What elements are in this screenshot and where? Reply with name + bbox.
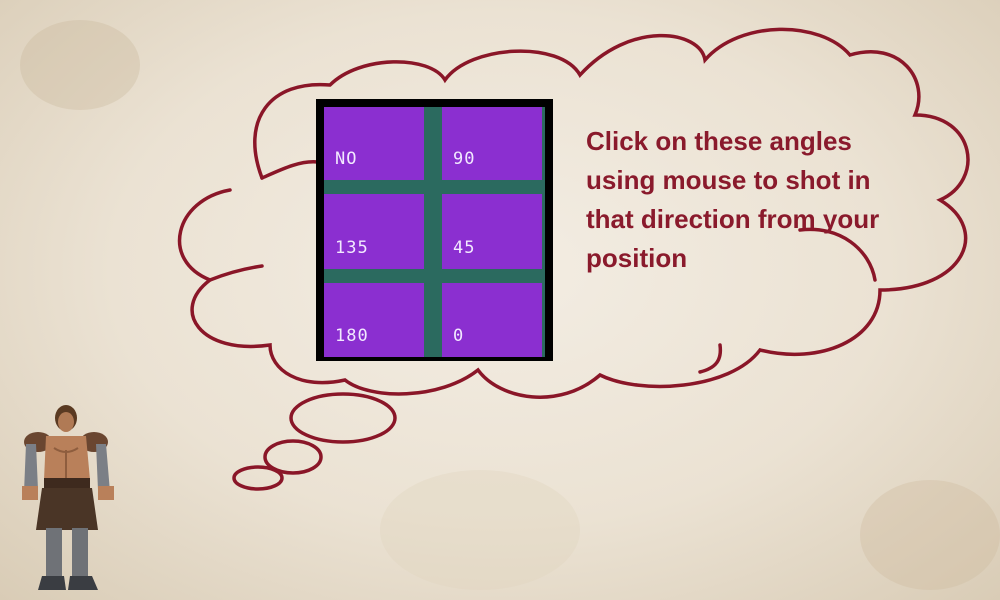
angle-button-135[interactable]: 135 (324, 194, 424, 269)
instruction-line: using mouse to shot in (586, 165, 871, 195)
instruction-line: Click on these angles (586, 126, 852, 156)
game-stage: NO 90 135 45 180 0 Click on these angles… (0, 0, 1000, 600)
angle-button-45[interactable]: 45 (442, 194, 542, 269)
warrior-character-icon (22, 405, 114, 590)
instruction-line: that direction from your (586, 204, 880, 234)
angle-button-180[interactable]: 180 (324, 283, 424, 357)
angle-label: 180 (335, 326, 369, 346)
angle-label: NO (335, 149, 358, 169)
angle-selector-panel: NO 90 135 45 180 0 (316, 99, 553, 361)
angle-button-90[interactable]: 90 (442, 107, 542, 180)
angle-button-grid: NO 90 135 45 180 0 (324, 107, 545, 357)
instruction-text: Click on these angles using mouse to sho… (586, 122, 926, 278)
angle-button-0[interactable]: 0 (442, 283, 542, 357)
instruction-line: position (586, 243, 688, 273)
angle-label: 0 (453, 326, 465, 346)
angle-label: 45 (453, 238, 476, 258)
angle-button-no[interactable]: NO (324, 107, 424, 180)
angle-label: 90 (453, 149, 476, 169)
angle-label: 135 (335, 238, 369, 258)
